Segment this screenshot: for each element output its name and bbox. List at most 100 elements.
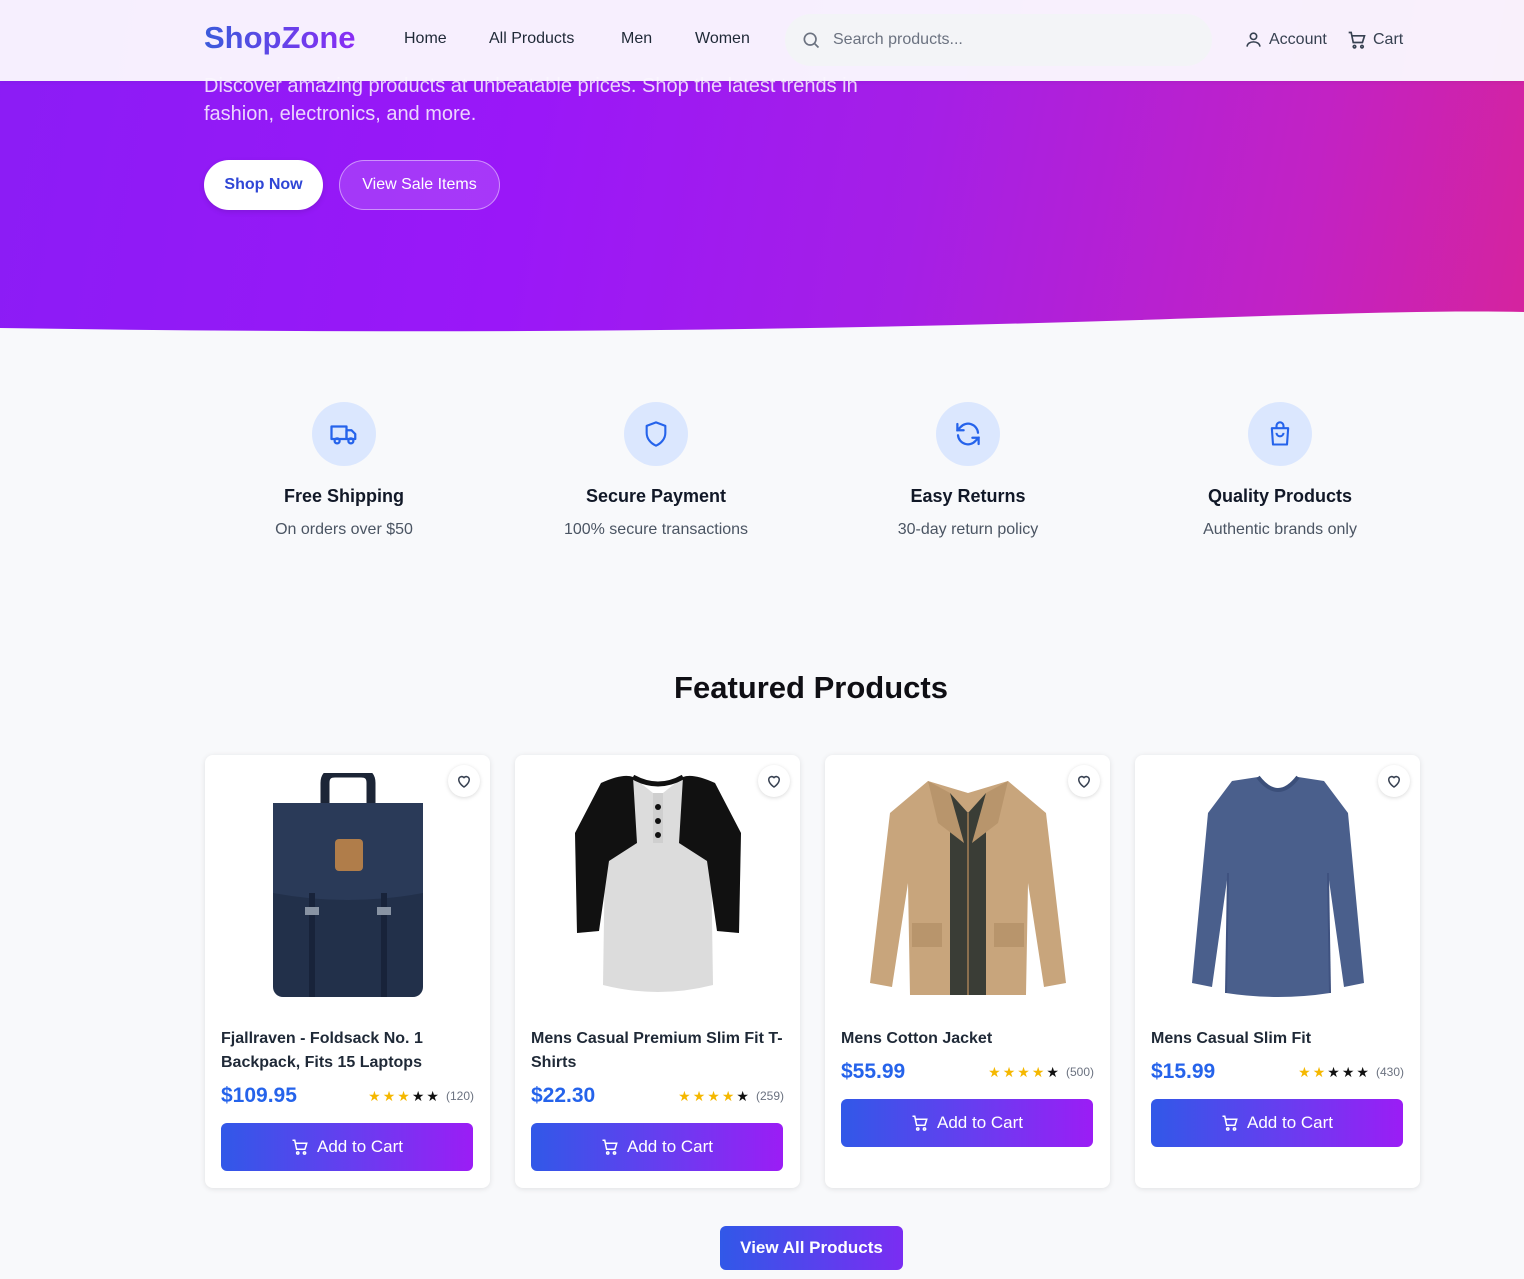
- product-card[interactable]: Mens Cotton Jacket $55.99 ★ ★ ★ ★ ★ (500) Ad…: [825, 755, 1110, 1188]
- cart-icon: [1222, 1115, 1238, 1131]
- product-price: $55.99: [841, 1060, 906, 1083]
- refresh-icon: [956, 422, 980, 446]
- star-icon: ★: [988, 1064, 1001, 1080]
- nav-women[interactable]: Women: [695, 30, 750, 48]
- cart-icon: [912, 1115, 928, 1131]
- cart-label: Cart: [1373, 31, 1404, 48]
- price-rating-row: $55.99 ★ ★ ★ ★ ★ (500): [841, 1060, 1094, 1084]
- add-to-cart-button[interactable]: Add to Cart: [531, 1123, 783, 1171]
- feature-icon-circle: [936, 402, 1000, 466]
- product-name[interactable]: Mens Casual Slim Fit: [1151, 1027, 1406, 1051]
- feature-title: Secure Payment: [585, 486, 727, 506]
- product-price: $22.30: [531, 1084, 596, 1107]
- price-rating-row: $22.30 ★ ★ ★ ★ ★ (259): [531, 1084, 784, 1108]
- account-label: Account: [1269, 30, 1327, 48]
- star-rating: ★ ★ ★ ★ ★ (120): [368, 1089, 474, 1103]
- price-rating-row: $109.95 ★ ★ ★ ★ ★ (120): [221, 1084, 474, 1108]
- feature-quality-products: Quality Products Authentic brands only: [1150, 402, 1410, 539]
- star-icon: ★: [692, 1088, 706, 1104]
- shopping-bag-icon: [1270, 421, 1290, 446]
- star-icon: ★: [382, 1088, 396, 1104]
- star-icon: ★: [1031, 1064, 1045, 1080]
- shopzone-logo[interactable]: ShopZone: [204, 20, 356, 56]
- star-icon: ★: [426, 1088, 439, 1104]
- shield-icon: [645, 421, 667, 447]
- add-to-cart-label: Add to Cart: [937, 1113, 1023, 1132]
- price-rating-row: $15.99 ★ ★ ★ ★ ★ (430): [1151, 1060, 1404, 1084]
- star-icon: ★: [721, 1088, 735, 1104]
- star-icon: ★: [678, 1088, 691, 1104]
- star-icon: ★: [1341, 1064, 1355, 1080]
- product-name[interactable]: Mens Cotton Jacket: [841, 1027, 1096, 1051]
- add-to-cart-label: Add to Cart: [317, 1137, 403, 1156]
- star-icon: ★: [736, 1088, 749, 1104]
- rating-count: (430): [1375, 1065, 1404, 1079]
- feature-icon-circle: [312, 402, 376, 466]
- cart-link[interactable]: Cart: [1347, 30, 1403, 50]
- star-icon: ★: [1046, 1064, 1059, 1080]
- feature-title: Easy Returns: [910, 486, 1026, 506]
- add-to-cart-button[interactable]: Add to Cart: [1151, 1099, 1403, 1147]
- product-image[interactable]: [221, 767, 474, 1007]
- feature-icon-circle: [624, 402, 688, 466]
- cart-icon: [1348, 31, 1366, 49]
- view-all-products-button[interactable]: View All Products: [720, 1226, 903, 1270]
- feature-easy-returns: Easy Returns 30-day return policy: [838, 402, 1098, 539]
- star-icon: ★: [1356, 1064, 1369, 1080]
- shop-now-button[interactable]: Shop Now: [204, 160, 323, 210]
- featured-products-title: Featured Products: [674, 670, 948, 705]
- star-icon: ★: [411, 1088, 425, 1104]
- product-name[interactable]: Mens Casual Premium Slim Fit T-Shirts: [531, 1027, 786, 1075]
- product-price: $15.99: [1151, 1060, 1216, 1083]
- star-icon: ★: [1002, 1064, 1016, 1080]
- add-to-cart-button[interactable]: Add to Cart: [841, 1099, 1093, 1147]
- star-icon: ★: [707, 1088, 720, 1104]
- search-bar: [785, 14, 1212, 66]
- cart-icon: [602, 1139, 618, 1155]
- feature-desc: 30-day return policy: [897, 521, 1039, 538]
- feature-desc: On orders over $50: [275, 521, 413, 538]
- product-card[interactable]: Mens Casual Premium Slim Fit T-Shirts $2…: [515, 755, 800, 1188]
- nav-men[interactable]: Men: [621, 30, 652, 48]
- star-icon: ★: [1312, 1064, 1326, 1080]
- star-rating: ★ ★ ★ ★ ★ (500): [988, 1065, 1094, 1079]
- product-card[interactable]: Mens Casual Slim Fit $15.99 ★ ★ ★ ★ ★ (430) …: [1135, 755, 1420, 1188]
- feature-title: Quality Products: [1207, 486, 1353, 506]
- feature-icon-circle: [1248, 402, 1312, 466]
- nav-all-products[interactable]: All Products: [489, 30, 574, 48]
- add-to-cart-label: Add to Cart: [627, 1137, 713, 1156]
- add-to-cart-button[interactable]: Add to Cart: [221, 1123, 473, 1171]
- user-icon: [1246, 32, 1261, 47]
- star-rating: ★ ★ ★ ★ ★ (259): [678, 1089, 784, 1103]
- top-navbar: ShopZone Home All Products Men Women Acc…: [0, 0, 1524, 81]
- feature-desc: 100% secure transactions: [563, 521, 749, 538]
- cart-icon: [292, 1139, 308, 1155]
- rating-count: (500): [1065, 1065, 1094, 1079]
- product-name[interactable]: Fjallraven - Foldsack No. 1 Backpack, Fi…: [221, 1027, 476, 1075]
- view-sale-items-button[interactable]: View Sale Items: [339, 160, 500, 210]
- feature-title: Free Shipping: [283, 486, 404, 506]
- product-image[interactable]: [531, 767, 784, 1007]
- account-link[interactable]: Account: [1244, 30, 1327, 49]
- feature-secure-payment: Secure Payment 100% secure transactions: [526, 402, 786, 539]
- hero-wave-divider: [0, 311, 1524, 340]
- star-icon: ★: [368, 1088, 381, 1104]
- rating-count: (259): [755, 1089, 784, 1103]
- product-price: $109.95: [221, 1084, 297, 1107]
- star-icon: ★: [1298, 1064, 1311, 1080]
- product-card[interactable]: Fjallraven - Foldsack No. 1 Backpack, Fi…: [205, 755, 490, 1188]
- feature-free-shipping: Free Shipping On orders over $50: [214, 402, 474, 539]
- star-icon: ★: [397, 1088, 410, 1104]
- search-icon: [803, 32, 820, 49]
- search-input[interactable]: [833, 31, 1173, 49]
- truck-icon: [330, 425, 357, 445]
- rating-count: (120): [445, 1089, 474, 1103]
- product-image[interactable]: [841, 767, 1094, 1007]
- star-icon: ★: [1017, 1064, 1030, 1080]
- feature-desc: Authentic brands only: [1203, 521, 1357, 538]
- product-image[interactable]: [1151, 767, 1404, 1007]
- add-to-cart-label: Add to Cart: [1247, 1113, 1333, 1132]
- star-rating: ★ ★ ★ ★ ★ (430): [1298, 1065, 1404, 1079]
- nav-home[interactable]: Home: [404, 30, 447, 48]
- star-icon: ★: [1327, 1064, 1340, 1080]
